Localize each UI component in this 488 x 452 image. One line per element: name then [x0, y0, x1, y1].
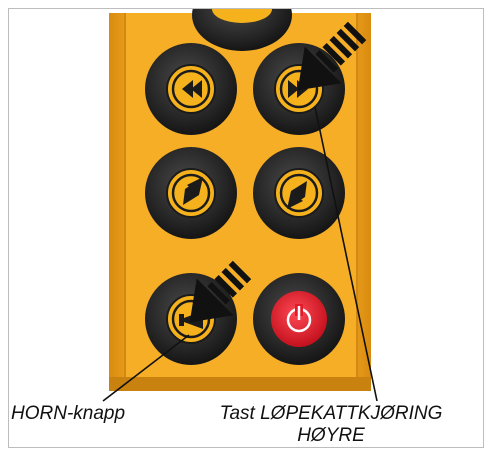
diagonal-down-left-button[interactable]	[253, 147, 345, 239]
caption-horn: HORN-knapp	[11, 403, 126, 424]
diagonal-up-right-button[interactable]	[145, 147, 237, 239]
caption-trolley-line1: Tast LØPEKATTKJØRING	[219, 403, 443, 424]
pendant-illustration: HORN-knapp Tast LØPEKATTKJØRING HØYRE	[8, 8, 484, 448]
pendant-drawing	[102, 9, 378, 402]
caption-trolley-right: Tast LØPEKATTKJØRING HØYRE	[181, 403, 481, 447]
caption-trolley-line2: HØYRE	[297, 425, 365, 446]
trolley-left-button[interactable]	[145, 43, 237, 135]
stop-button[interactable]	[253, 273, 345, 365]
